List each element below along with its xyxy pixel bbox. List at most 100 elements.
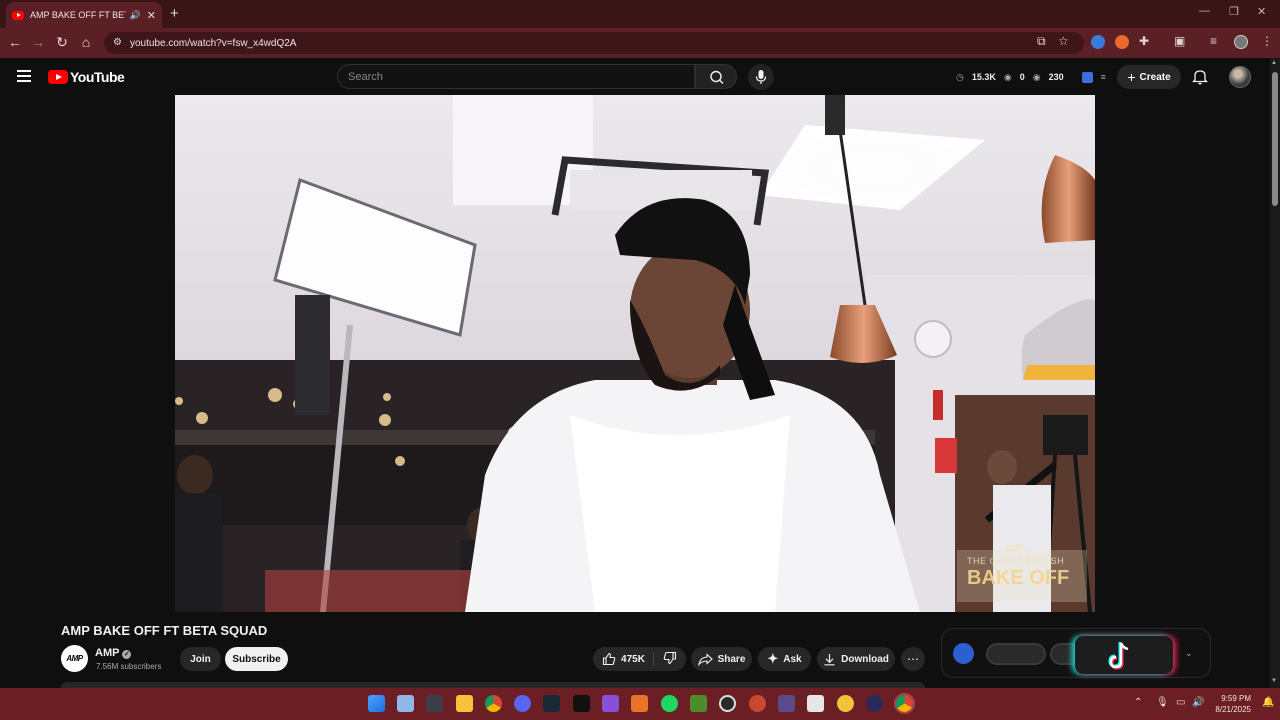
taskbar-clock[interactable]: 9:59 PM 8/21/2025 (1210, 693, 1251, 715)
clock-date: 8/21/2025 (1215, 705, 1251, 714)
steam-app-icon[interactable] (543, 695, 560, 712)
home-icon[interactable]: ⌂ (77, 34, 95, 50)
like-dislike-group: 475K (593, 647, 686, 671)
tray-chevron-icon[interactable]: ⌃ (1134, 697, 1142, 708)
youtube-favicon-icon (12, 10, 24, 20)
like-count: 475K (621, 653, 645, 665)
browser-tab[interactable]: AMP BAKE OFF FT BETA SQUAD 🔊 ✕ (6, 2, 162, 28)
dislike-button[interactable] (659, 651, 677, 668)
new-tab-button[interactable]: + (170, 5, 179, 22)
watermark-amp: AMP (1005, 543, 1025, 553)
menu-hamburger-icon[interactable] (17, 70, 31, 82)
extensions-puzzle-icon[interactable]: ✚ (1139, 34, 1149, 48)
watermark-line2: THE GREAT BRITISH (967, 556, 1065, 566)
account-avatar[interactable] (1229, 66, 1251, 88)
eye-off-icon: ◉ (1003, 71, 1012, 82)
notification-center-icon[interactable]: 🔔 (1262, 697, 1274, 708)
reload-icon[interactable]: ↻ (53, 34, 71, 51)
app-n-icon[interactable] (807, 695, 824, 712)
app-blue-icon[interactable] (866, 695, 883, 712)
youtube-logo[interactable]: YouTube (48, 69, 125, 85)
page-scrollbar-thumb[interactable] (1272, 72, 1278, 206)
verified-icon: ✓ (122, 650, 132, 659)
chrome-active-icon[interactable] (894, 693, 915, 714)
tray-network-icon[interactable]: ▭ (1176, 697, 1185, 708)
file-explorer-icon[interactable] (456, 695, 473, 712)
sidebar-icon[interactable]: ▣ (1174, 34, 1185, 48)
channel-avatar[interactable]: AMP (61, 645, 88, 672)
app-yellow-icon[interactable] (837, 695, 854, 712)
tray-mic-icon[interactable]: 🎙 (1156, 697, 1169, 708)
thumbs-down-icon (663, 651, 677, 664)
stat-watching: 230 (1048, 72, 1064, 82)
search-input[interactable]: Search (337, 64, 695, 89)
more-actions-button[interactable]: ⋯ (901, 647, 925, 671)
video-frame (175, 95, 1095, 612)
scroll-up-icon[interactable]: ▲ (1271, 60, 1277, 66)
download-icon (824, 653, 835, 665)
share-icon (697, 652, 713, 666)
widget-pill-1[interactable] (986, 643, 1046, 665)
speaker-icon[interactable]: 🔊 (130, 10, 141, 21)
subscribe-button[interactable]: Subscribe (225, 647, 288, 671)
tiktok-badge[interactable] (1075, 636, 1173, 674)
plus-icon: + (1127, 69, 1136, 85)
iq-extension-icon[interactable] (1081, 71, 1093, 83)
app-dark-icon[interactable] (573, 695, 590, 712)
tab-title: AMP BAKE OFF FT BETA SQUAD (30, 10, 126, 20)
thumbs-up-icon (602, 652, 616, 666)
browser-menu-icon[interactable]: ⋮ (1261, 34, 1273, 48)
ask-button[interactable]: ✦ Ask (758, 647, 811, 671)
close-tab-icon[interactable]: ✕ (147, 9, 156, 22)
photos-app-icon[interactable] (397, 695, 414, 712)
video-player[interactable]: AMP THE GREAT BRITISH BAKE OFF (175, 95, 1095, 612)
join-button[interactable]: Join (180, 647, 221, 671)
download-button[interactable]: Download (817, 647, 895, 671)
app-c-icon[interactable] (749, 695, 766, 712)
extension-2-icon[interactable] (1115, 35, 1129, 49)
discord-app-icon[interactable] (514, 695, 531, 712)
start-windows-icon[interactable] (368, 695, 385, 712)
reading-list-icon[interactable]: ≡ (1210, 34, 1217, 48)
bookmark-star-icon[interactable]: ☆ (1058, 34, 1069, 48)
iq-logo-icon[interactable] (953, 643, 974, 664)
github-app-icon[interactable] (719, 695, 736, 712)
youtube-play-icon (48, 70, 68, 84)
voice-search-button[interactable] (748, 64, 774, 90)
share-button[interactable]: Share (691, 647, 752, 671)
app-purple-icon[interactable] (778, 695, 795, 712)
close-window-icon[interactable]: ✕ (1257, 5, 1266, 18)
stat-views: 15.3K (971, 72, 996, 82)
back-icon[interactable]: ← (6, 34, 24, 50)
channel-name[interactable]: AMP ✓ (95, 647, 132, 659)
terminal-app-icon[interactable] (426, 695, 443, 712)
scroll-down-icon[interactable]: ▼ (1271, 678, 1277, 684)
restore-icon[interactable]: ❐ (1229, 5, 1239, 18)
widget-expand-icon[interactable]: ⌄ (1185, 648, 1193, 659)
notifications-button[interactable] (1191, 68, 1209, 90)
tray-volume-icon[interactable]: 🔊 (1192, 697, 1204, 708)
like-button[interactable]: 475K (602, 652, 654, 666)
clock-icon: ◷ (956, 71, 964, 82)
minimize-icon[interactable]: — (1199, 5, 1210, 17)
extension-stats: ◷ 15.3K ◉ 0 ◉ 230 ≡ (956, 66, 1106, 88)
search-icon (710, 70, 724, 84)
spotify-app-icon[interactable] (661, 695, 678, 712)
profile-avatar-icon[interactable] (1234, 35, 1248, 49)
create-button[interactable]: + Create (1117, 65, 1181, 89)
chrome-app-icon[interactable] (485, 695, 502, 712)
vlc-app-icon[interactable] (631, 695, 648, 712)
extension-1-icon[interactable] (1091, 35, 1105, 49)
browser-tab-bar (0, 0, 1280, 28)
address-bar[interactable]: ⚙ youtube.com/watch?v=fsw_x4wdQ2A (104, 32, 1084, 54)
pen-app-icon[interactable] (602, 695, 619, 712)
site-settings-icon[interactable]: ⚙ (113, 37, 122, 48)
nvidia-app-icon[interactable] (690, 695, 707, 712)
list-icon[interactable]: ≡ (1101, 72, 1106, 82)
forward-icon[interactable]: → (29, 34, 47, 50)
microphone-icon (755, 70, 767, 84)
install-app-icon[interactable]: ⧉ (1037, 34, 1046, 49)
search-button[interactable] (695, 64, 737, 89)
subscriber-count: 7.56M subscribers (96, 662, 162, 671)
search-placeholder: Search (348, 70, 383, 83)
